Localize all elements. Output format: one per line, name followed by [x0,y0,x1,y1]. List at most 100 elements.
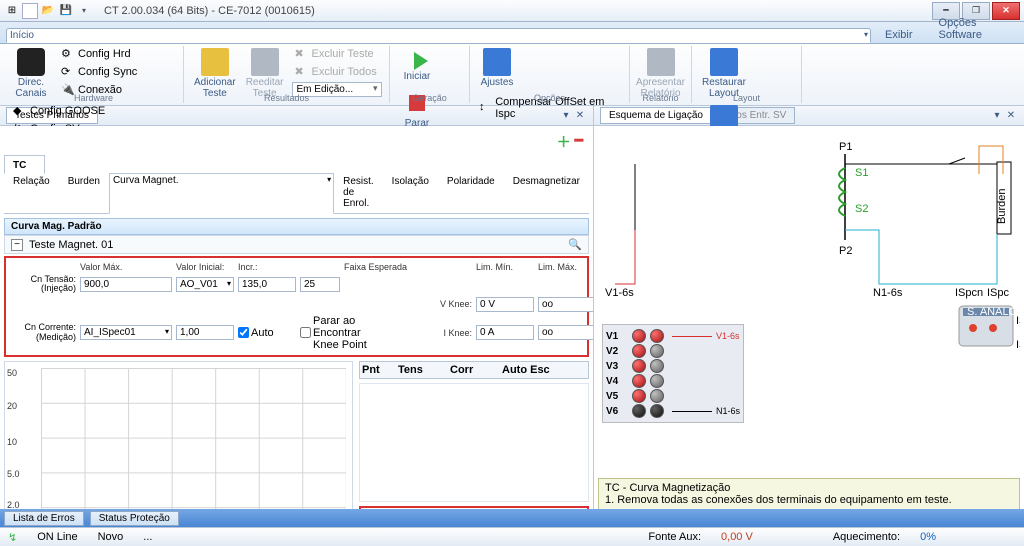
svg-text:Burden: Burden [996,189,1008,224]
tab-relacao[interactable]: Relação [4,172,59,213]
hint-box: TC - Curva Magnetização 1. Remova todas … [598,478,1020,509]
vmax-input[interactable]: 900,0 [80,277,172,292]
hint-body: 1. Remova todas as conexões dos terminai… [605,494,1013,506]
cn-tensao-label: Cn Tensão: (Injeção) [12,275,76,294]
wiring-diagram: P1 P2 S1 S2 Burden N1-6s [598,134,1020,474]
novo-label: Novo [98,531,124,543]
tab-curva-magnet[interactable]: Curva Magnet. [109,173,334,214]
delete-all-icon: ✖ [295,65,309,79]
conn-v4: V4 [606,374,740,388]
hint-title: TC - Curva Magnetização [605,482,1013,494]
restore-icon [710,48,738,76]
config-sync-button[interactable]: ⟳Config Sync [58,64,140,80]
remove-icon[interactable]: ━ [575,132,583,152]
excluir-teste-button[interactable]: ✖Excluir Teste [292,46,377,62]
svg-text:V1-6s: V1-6s [605,287,634,299]
tab-polaridade[interactable]: Polaridade [438,172,504,213]
svg-text:N1-6s: N1-6s [873,287,903,299]
window-title: CT 2.00.034 (64 Bits) - CE-7012 (0010615… [104,5,315,17]
tab-burden[interactable]: Burden [59,172,109,213]
ribbon-tabstrip: Início Exibir Opções Software [0,22,1024,44]
qat-dropdown-icon[interactable]: ▾ [76,3,92,19]
svg-text:S1: S1 [855,167,868,179]
cn-corrente-select[interactable]: AI_ISpec01 [80,325,172,340]
iniciar-button[interactable]: Iniciar [396,46,438,85]
svg-text:ISpcn: ISpcn [955,287,983,299]
sync-icon: ⟳ [61,65,75,79]
qat-new-icon[interactable] [22,3,38,19]
ribbon-tab-inicio[interactable]: Início [6,28,871,43]
params-box: Valor Máx. Valor Inicial: Incr.: Faixa E… [4,256,589,357]
section-search-icon[interactable]: 🔍 [568,238,582,251]
svg-text:S2: S2 [855,203,868,215]
ribbon-tab-exibir[interactable]: Exibir [873,26,925,43]
vini-input[interactable]: 135,0 [238,277,296,292]
conn-v2: V2 [606,344,740,358]
fonte-aux-value: 0,00 V [721,531,753,543]
tc-tab[interactable]: TC [4,155,45,174]
right-pane-close[interactable]: ✕ [1004,110,1018,121]
bottom-bar: Lista de Erros Status Proteção [0,509,1024,527]
cn-tensao-select[interactable]: AO_V01 [176,277,234,292]
aquecimento-label: Aquecimento: [833,531,900,543]
inner-tabstrip: Relação Burden Curva Magnet. Resist. de … [4,172,589,214]
reedit-icon [251,48,279,76]
qat-open-icon[interactable]: 📂 [40,3,56,19]
excluir-todos-button[interactable]: ✖Excluir Todos [292,64,380,80]
config-hrd-button[interactable]: ⚙Config Hrd [58,46,134,62]
section-subheader: − Teste Magnet. 01 🔍 [4,235,589,254]
fonte-aux-label: Fonte Aux: [648,531,701,543]
plot-area: 50 20 10 5.0 2.0 1.0 1.0 2.0 5.0 10 20 5… [4,361,353,509]
tab-resist[interactable]: Resist. de Enrol. [334,172,383,213]
parar-knee-checkbox[interactable]: Parar ao Encontrar Knee Point [300,315,394,351]
add-icon[interactable]: ＋ [557,132,571,152]
points-list [359,383,589,502]
iknee-max-input[interactable]: oo [538,325,593,340]
gear-icon: ⚙ [61,47,75,61]
auto-checkbox[interactable]: Auto [238,327,296,339]
vknee-max-input[interactable]: oo [538,297,593,312]
online-label: ON Line [37,531,77,543]
vknee-min-input[interactable]: 0 V [476,297,534,312]
report-icon [647,48,675,76]
qat-menu-icon[interactable]: ⊞ [4,3,20,19]
right-pane: Esquema de Ligação Erros Entr. SV ▾ ✕ P1… [594,106,1024,509]
collapse-icon[interactable]: − [11,239,23,251]
aquecimento-value: 0% [920,531,936,543]
qat-save-icon[interactable]: 💾 [58,3,74,19]
incr-input[interactable]: 25 [300,277,340,292]
conn-v3: V3 [606,359,740,373]
add-test-icon [201,48,229,76]
section-sub-label: Teste Magnet. 01 [29,239,113,251]
right-pane-dropdown[interactable]: ▾ [990,110,1004,121]
svg-text:ISpecn: ISpecn [1016,339,1020,351]
p1-label: P1 [839,141,852,153]
tab-isolacao[interactable]: Isolação [383,172,438,213]
ribbon: Direc. Canais ⚙Config Hrd ⟳Config Sync 🔌… [0,44,1024,106]
section-title: Curva Mag. Padrão [4,218,589,235]
ribbon-tab-opcoes[interactable]: Opções Software [927,14,1022,43]
ajustes-button[interactable]: Ajustes [476,46,518,91]
dots-label: ... [143,531,152,543]
status-protecao-tab[interactable]: Status Proteção [90,511,179,526]
online-icon: ↯ [8,531,17,544]
iknee-min-input[interactable]: 0 A [476,325,534,340]
config-goose-button[interactable]: ◆Config GOOSE [10,103,108,119]
left-pane: Testes Primários ▾ ✕ ＋ ━ TC Relação Burd… [0,106,594,509]
conn-v5: V5 [606,389,740,403]
cn-corrente-label: Cn Corrente: (Medição) [12,323,76,342]
ival-input[interactable]: 1,00 [176,325,234,340]
delete-icon: ✖ [295,47,309,61]
status-bar: ↯ ON Line Novo ... Fonte Aux: 0,00 V Aqu… [0,527,1024,546]
conn-v1: V1V1-6s [606,329,740,343]
goose-icon: ◆ [13,104,27,118]
title-bar: ⊞ 📂 💾 ▾ CT 2.00.034 (64 Bits) - CE-7012 … [0,0,1024,22]
svg-text:S. ANALOG INPUT: S. ANALOG INPUT [967,306,1020,318]
sliders-icon [483,48,511,76]
norma-box: Linearizar Norma: I Knee: V Knee: Status… [359,506,589,509]
play-icon [414,52,428,70]
lista-erros-tab[interactable]: Lista de Erros [4,511,84,526]
conn-v6: V6N1-6s [606,404,740,418]
tab-desmagnetizar[interactable]: Desmagnetizar [504,172,589,213]
points-table-header: Pnt Tens Corr Auto Esc [359,361,589,379]
